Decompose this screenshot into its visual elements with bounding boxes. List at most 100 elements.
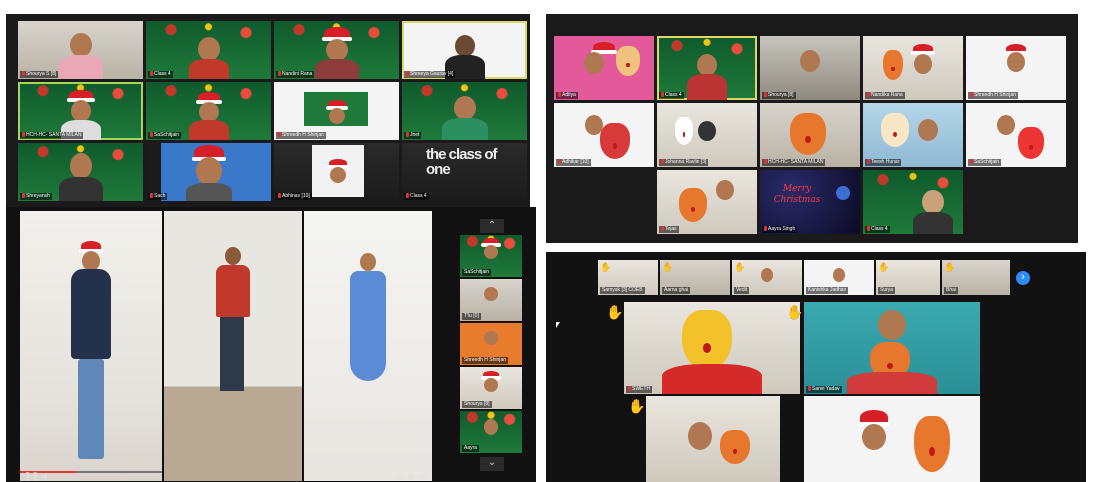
strip-tile[interactable]: ✋ Aarna ghai xyxy=(660,260,730,295)
participant-tile[interactable]: the class of one Class 4 xyxy=(402,143,527,201)
participant-tile[interactable] xyxy=(804,396,980,482)
reindeer-mask xyxy=(790,113,826,155)
participant-body xyxy=(58,55,103,79)
participant-tile[interactable]: Nandini Rana xyxy=(274,21,399,79)
participant-face xyxy=(922,190,944,214)
participant-tile[interactable]: Nandika Rana xyxy=(863,36,963,100)
participant-name: SaSchitjain xyxy=(148,132,182,139)
mic-muted-icon xyxy=(406,132,409,137)
mic-muted-icon xyxy=(22,132,25,137)
participant-name: HCH-HC- SANTA MILAN xyxy=(762,159,826,166)
participant-tile[interactable]: Sanvi Yadav xyxy=(804,302,980,394)
participant-face xyxy=(997,115,1015,135)
participant-tile[interactable]: HCH-HC- SANTA MILAN xyxy=(760,103,860,167)
reindeer-mask xyxy=(682,310,732,370)
participant-face xyxy=(82,251,100,271)
reindeer-mask xyxy=(914,416,950,472)
main-video-dancer-1[interactable]: ❚❚ ◀ 00:00 xyxy=(20,211,162,481)
filmstrip-tile[interactable]: Shourya [8] xyxy=(460,367,522,409)
main-video-dancer-3[interactable]: ▭ ⚙ ⤢ xyxy=(304,211,432,481)
participant-tile[interactable]: Shreyansh xyxy=(18,143,143,201)
participant-name: Aayra Singh xyxy=(762,226,798,233)
filmstrip-scroll-up[interactable]: ⌃ xyxy=(480,219,504,233)
raised-hand-icon: ✋ xyxy=(606,304,624,320)
participant-tile[interactable]: Teesh Hunar xyxy=(863,103,963,167)
settings-icon[interactable]: ⚙ xyxy=(408,472,415,481)
santa-hat xyxy=(321,27,352,41)
mic-muted-icon xyxy=(278,193,281,198)
participant-tile[interactable]: Shourya S [8] xyxy=(18,21,143,79)
playback-time: 00:00 xyxy=(52,475,68,481)
participant-tile-active-speaker[interactable]: Class 4 xyxy=(657,36,757,100)
participant-legs xyxy=(220,317,244,391)
participant-tile[interactable]: Jnet xyxy=(402,82,527,140)
participant-tile[interactable]: Johanna Ravlin [3] xyxy=(657,103,757,167)
participant-tile[interactable]: HCH-HC- SANTA MILAN xyxy=(18,82,143,140)
participant-tile[interactable]: SaSchitjain xyxy=(966,103,1066,167)
participant-tile[interactable]: Tejas xyxy=(657,170,757,234)
mic-muted-icon xyxy=(867,92,870,97)
strip-tile[interactable]: ✋ Samyak [3] COEB xyxy=(598,260,658,295)
mic-muted-icon xyxy=(150,71,153,76)
participant-tile[interactable]: Adhikar [10] xyxy=(554,103,654,167)
participant-name: SWETH xyxy=(626,386,653,393)
santa-hat xyxy=(591,42,617,54)
strip-tile[interactable]: Kanishka Jadhav xyxy=(804,260,874,295)
participant-face xyxy=(584,52,604,74)
santa-hat xyxy=(911,44,935,55)
filmstrip-tile[interactable]: Aayra xyxy=(460,411,522,453)
participant-tile[interactable]: Shourya [8] xyxy=(760,36,860,100)
strip-tile[interactable]: ✋ Vedit xyxy=(732,260,802,295)
play-pause-icon[interactable]: ❚❚ xyxy=(24,471,39,481)
participant-face xyxy=(1007,52,1025,72)
participant-tile[interactable]: Shreedh H Shinjan xyxy=(274,82,399,140)
volume-icon[interactable]: ◀ xyxy=(40,471,47,481)
participant-tile[interactable]: Sach xyxy=(146,143,271,201)
participant-name: Nandika Rana xyxy=(865,92,905,99)
mic-muted-icon xyxy=(628,386,631,391)
fullscreen-icon[interactable]: ⤢ xyxy=(420,471,426,481)
main-video-dancer-2[interactable] xyxy=(164,211,302,481)
cc-icon[interactable]: ▭ xyxy=(396,473,403,481)
participant-tile[interactable]: Class 4 xyxy=(146,21,271,79)
reindeer-mask xyxy=(720,430,750,464)
filmstrip-scroll-down[interactable]: ⌄ xyxy=(480,457,504,471)
participant-tile[interactable] xyxy=(646,396,780,482)
participant-tile[interactable]: Class 4 xyxy=(863,170,963,234)
mic-muted-icon xyxy=(867,159,870,164)
mic-muted-icon xyxy=(150,132,153,137)
participant-tile[interactable]: Shreedh H Shinjan xyxy=(966,36,1066,100)
reindeer-mask xyxy=(675,117,693,145)
chevron-down-icon: ⌄ xyxy=(487,457,497,468)
participant-name: SaSchitjain xyxy=(462,269,492,276)
strip-tile[interactable]: ✋ Bhai xyxy=(942,260,1010,295)
mic-muted-icon xyxy=(661,159,664,164)
participant-tile-active-speaker[interactable]: Shreeya Gaurav [4] xyxy=(402,21,527,79)
participant-face xyxy=(484,331,498,345)
filmstrip-tile[interactable]: SaSchitjain xyxy=(460,235,522,277)
ornament-icon xyxy=(836,186,850,200)
filmstrip-tile[interactable]: Shreedh H Shinjan xyxy=(460,323,522,365)
mic-muted-icon xyxy=(764,226,767,231)
participant-body xyxy=(58,177,103,201)
participant-body xyxy=(216,265,250,317)
mic-muted-icon xyxy=(558,159,561,164)
filmstrip-tile[interactable]: T'lu [0] xyxy=(460,279,522,321)
participant-face xyxy=(195,157,222,185)
participant-body xyxy=(687,74,727,100)
participant-body xyxy=(441,118,488,140)
next-page-button[interactable]: › xyxy=(1016,271,1030,285)
participant-name: Surya xyxy=(878,287,896,294)
participant-tile[interactable]: SWETH xyxy=(624,302,800,394)
participant-name: Shourya S [8] xyxy=(20,71,59,78)
participant-tile[interactable]: Abhinav [10] xyxy=(274,143,399,201)
participant-face xyxy=(697,54,717,76)
participant-body xyxy=(662,364,762,394)
strip-tile[interactable]: ✋ Surya xyxy=(876,260,940,295)
participant-face xyxy=(225,247,241,265)
participant-tile[interactable]: Aditya xyxy=(554,36,654,100)
participant-tile[interactable]: Merry Christmas Aayra Singh xyxy=(760,170,860,234)
reindeer-mask xyxy=(883,50,903,80)
participant-name: Class 4 xyxy=(148,71,173,78)
participant-tile[interactable]: SaSchitjain xyxy=(146,82,271,140)
